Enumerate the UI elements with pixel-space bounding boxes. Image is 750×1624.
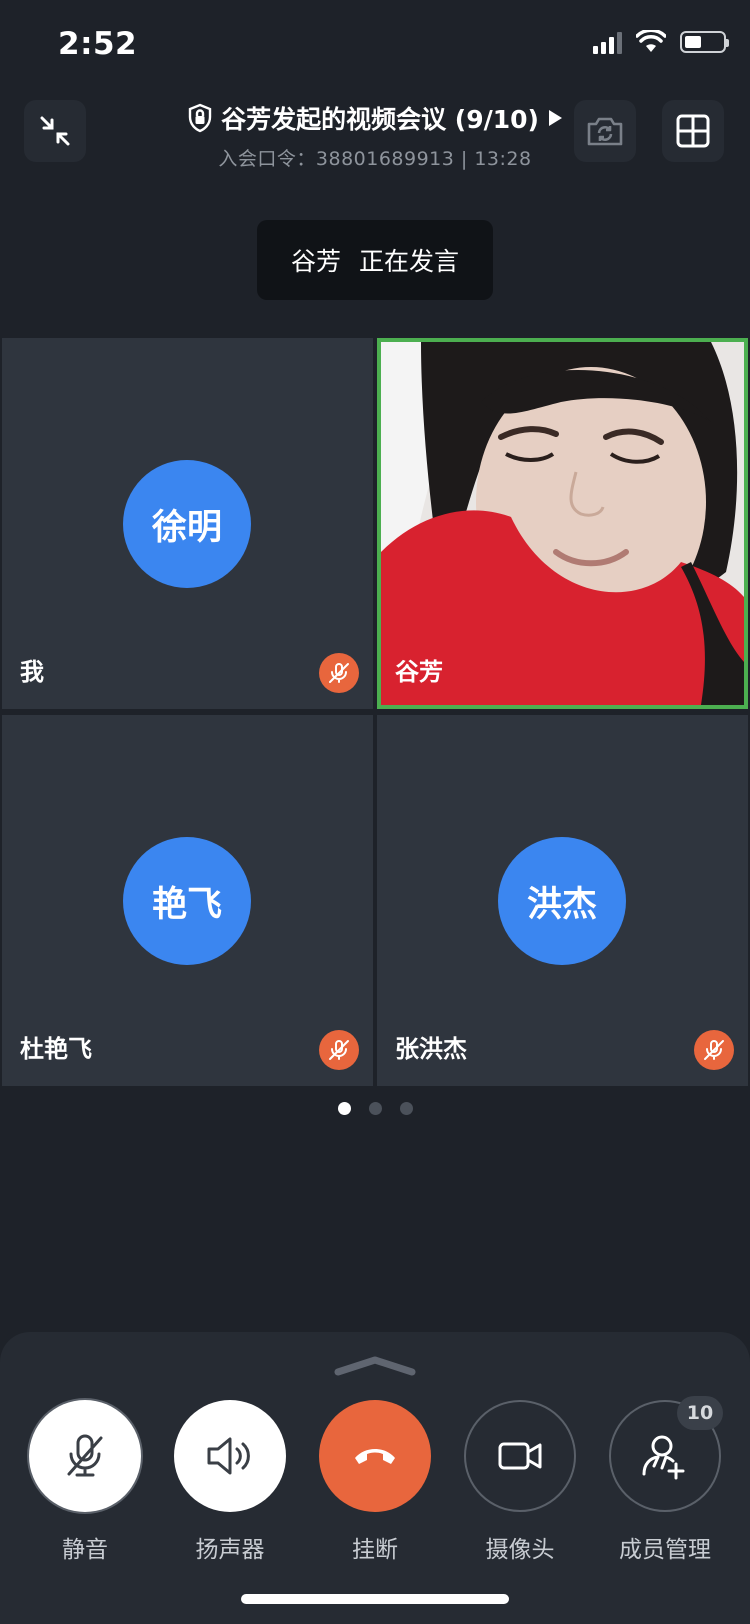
hangup-label: 挂断 (352, 1537, 398, 1563)
hangup-button[interactable] (319, 1400, 431, 1512)
call-controls: 静音 扬声器 挂断 摄像头 10 成员管理 (0, 1396, 750, 1570)
battery-fill (685, 36, 702, 48)
mute-label: 静音 (62, 1537, 108, 1563)
page-indicator[interactable] (0, 1102, 750, 1115)
speaking-status: 正在发言 (359, 247, 460, 276)
avatar: 艳飞 (123, 837, 251, 965)
camera-button[interactable] (464, 1400, 576, 1512)
participant-name: 张洪杰 (395, 1035, 467, 1063)
grid-layout-button[interactable] (662, 100, 724, 162)
participant-tile[interactable]: 徐明 我 (2, 338, 373, 709)
status-time: 2:52 (58, 26, 138, 62)
camera-label: 摄像头 (485, 1537, 555, 1563)
hangup-phone-icon (355, 1449, 395, 1464)
expand-handle-icon[interactable] (334, 1354, 416, 1376)
hangup-control[interactable]: 挂断 (319, 1400, 431, 1564)
status-icons (593, 30, 729, 54)
minimize-icon (40, 116, 70, 146)
participant-name: 杜艳飞 (20, 1035, 92, 1063)
avatar: 徐明 (123, 460, 251, 588)
participant-tile[interactable]: 洪杰 张洪杰 (377, 715, 748, 1086)
participant-tile[interactable]: 艳飞 杜艳飞 (2, 715, 373, 1086)
video-camera-icon (498, 1442, 542, 1470)
muted-mic-icon (319, 1030, 359, 1070)
status-bar: 2:52 (0, 0, 750, 90)
speaker-icon (207, 1437, 250, 1475)
participant-name: 我 (20, 658, 44, 686)
muted-mic-icon (319, 653, 359, 693)
meeting-title: 谷芳发起的视频会议 (9/10) (221, 105, 539, 134)
participant-name: 谷芳 (395, 658, 443, 686)
members-label: 成员管理 (619, 1537, 711, 1563)
grid-layout-icon (676, 114, 710, 148)
battery-icon (680, 31, 729, 53)
minimize-button[interactable] (24, 100, 86, 162)
muted-mic-icon (694, 1030, 734, 1070)
lock-shield-icon (188, 103, 212, 133)
meeting-title-area[interactable]: 谷芳发起的视频会议 (9/10) 入会口令：38801689913 | 13:2… (150, 100, 600, 171)
speaker-control[interactable]: 扬声器 (174, 1400, 286, 1564)
speaking-indicator: 谷芳 正在发言 (257, 220, 493, 300)
mute-control[interactable]: 静音 (29, 1400, 141, 1564)
speaker-label: 扬声器 (195, 1537, 265, 1563)
mic-off-icon (67, 1434, 103, 1477)
avatar: 洪杰 (498, 837, 626, 965)
play-arrow-icon (548, 110, 562, 126)
cellular-signal-icon (593, 30, 622, 54)
control-panel: 静音 扬声器 挂断 摄像头 10 成员管理 (0, 1332, 750, 1624)
members-count-badge: 10 (677, 1396, 723, 1430)
members-button[interactable]: 10 (609, 1396, 723, 1512)
mute-button[interactable] (29, 1400, 141, 1512)
members-control[interactable]: 10 成员管理 (609, 1396, 723, 1564)
add-member-icon (642, 1435, 685, 1480)
page-dot[interactable] (399, 1102, 413, 1115)
participant-video (381, 342, 744, 705)
speaker-button[interactable] (174, 1400, 286, 1512)
meeting-code-duration: 入会口令：38801689913 | 13:28 (218, 148, 532, 170)
home-indicator[interactable] (241, 1594, 509, 1604)
participant-tile-active-speaker[interactable]: 谷芳 (377, 338, 748, 709)
switch-camera-button[interactable] (574, 100, 636, 162)
speaker-name: 谷芳 (290, 247, 341, 276)
wifi-icon (636, 30, 666, 52)
page-dot[interactable] (368, 1102, 382, 1115)
switch-camera-icon (587, 117, 623, 146)
page-dot-active[interactable] (337, 1102, 351, 1115)
camera-control[interactable]: 摄像头 (464, 1400, 576, 1564)
